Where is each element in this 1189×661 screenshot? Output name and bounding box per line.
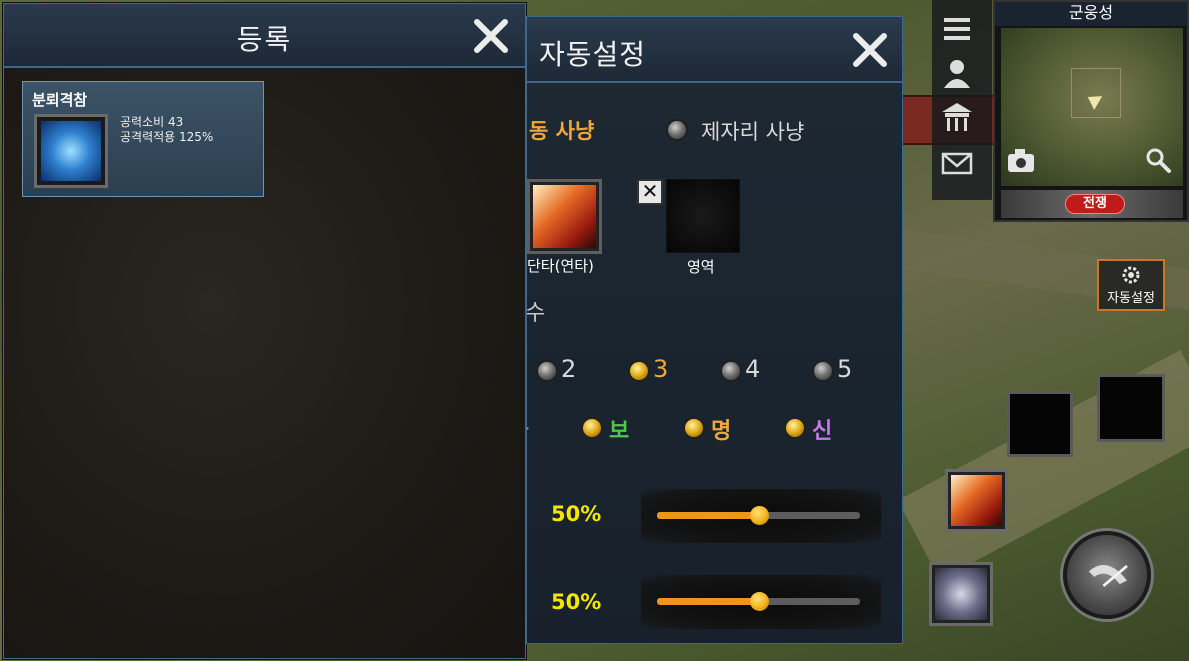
- registered-skill-card[interactable]: 분뢰격참 공력소비 43 공격력적용 125%: [22, 81, 264, 197]
- count-option-4-label[interactable]: 4: [745, 355, 760, 383]
- count-option-3-radio[interactable]: [628, 360, 650, 382]
- camera-icon: [1008, 149, 1034, 172]
- skill-slot-single-target[interactable]: [527, 179, 602, 254]
- cross-swords-icon: [935, 568, 987, 620]
- slider-2[interactable]: [641, 575, 881, 629]
- mail-button[interactable]: [940, 146, 974, 180]
- clipped-label-fragment: 수: [526, 301, 546, 326]
- slot-remove-button[interactable]: ✕: [637, 179, 663, 205]
- registration-close-button[interactable]: [469, 14, 513, 58]
- skill-icon-blade: [533, 185, 596, 248]
- count-option-3-label[interactable]: 3: [653, 355, 668, 383]
- slider-2-value: 50%: [551, 590, 602, 614]
- war-status-bar: 전쟁: [1001, 190, 1183, 218]
- skill-slot-area-label: 영역: [687, 258, 715, 276]
- gear-icon: [1122, 266, 1140, 284]
- minimap[interactable]: 군웅성 전쟁: [993, 0, 1189, 222]
- count-option-4-radio[interactable]: [720, 360, 742, 382]
- slider-1-track[interactable]: [657, 506, 860, 525]
- clipped-label-fragment-dot: ·: [527, 419, 530, 438]
- registration-panel: 등록 분뢰격참 공력소비 43 공격력적용 125%: [3, 3, 526, 659]
- auto-settings-button-label: 자동설정: [1107, 291, 1155, 306]
- auto-settings-header: 자동설정: [527, 17, 902, 83]
- hunt-mode-move-label[interactable]: 동 사냥: [529, 115, 594, 145]
- minimap-title: 군웅성: [995, 2, 1187, 26]
- grade-option-divine-label[interactable]: 신: [812, 413, 832, 445]
- grade-option-rare-label[interactable]: 명: [711, 413, 731, 445]
- war-badge[interactable]: 전쟁: [1065, 194, 1125, 214]
- skill-slot-area[interactable]: [666, 179, 740, 253]
- slider-2-track[interactable]: [657, 592, 860, 611]
- sword-wing-icon: [1088, 564, 1128, 587]
- grade-option-rare-radio[interactable]: [683, 417, 705, 439]
- quick-skill-cross-swords[interactable]: [929, 562, 993, 626]
- mail-icon: [941, 152, 973, 175]
- quick-slot-empty-1[interactable]: [1007, 391, 1073, 457]
- character-button[interactable]: [940, 56, 974, 90]
- grade-option-common-radio[interactable]: [581, 417, 603, 439]
- hamburger-menu-icon: [944, 18, 970, 40]
- quick-skill-blade[interactable]: [945, 469, 1008, 532]
- skill-icon-blue-dragon: [34, 114, 108, 188]
- slider-1-fill: [657, 512, 759, 519]
- count-option-2-label[interactable]: 2: [561, 355, 576, 383]
- count-option-5-radio[interactable]: [812, 360, 834, 382]
- slider-2-knob[interactable]: [749, 592, 769, 611]
- attack-button[interactable]: [1063, 531, 1151, 619]
- skill-icon-blade: [951, 475, 1002, 526]
- slider-1[interactable]: [641, 489, 881, 543]
- registration-title: 등록: [236, 23, 293, 56]
- hunt-mode-spot-radio[interactable]: [666, 119, 688, 141]
- count-option-5-label[interactable]: 5: [837, 355, 852, 383]
- auto-settings-title: 자동설정: [539, 38, 647, 71]
- close-icon: [853, 33, 887, 67]
- grade-option-common-label[interactable]: 보: [609, 413, 629, 445]
- grade-option-divine-radio[interactable]: [784, 417, 806, 439]
- registration-header: 등록: [4, 4, 525, 68]
- quick-slot-empty-2[interactable]: [1097, 374, 1165, 442]
- skill-icon-art: [41, 121, 101, 181]
- auto-settings-close-button[interactable]: [848, 28, 892, 72]
- shop-button[interactable]: [940, 100, 974, 134]
- slider-2-fill: [657, 598, 759, 605]
- screenshot-button[interactable]: [1006, 146, 1036, 174]
- close-icon: [474, 19, 508, 53]
- shop-pavilion-icon: [942, 103, 972, 131]
- count-option-2-radio[interactable]: [536, 360, 558, 382]
- main-menu-button[interactable]: [940, 12, 974, 46]
- hunt-mode-spot-label[interactable]: 제자리 사냥: [701, 116, 804, 146]
- auto-settings-button[interactable]: 자동설정: [1097, 259, 1165, 311]
- slider-1-knob[interactable]: [749, 506, 769, 525]
- slider-1-value: 50%: [551, 502, 602, 526]
- auto-settings-panel: 자동설정 동 사냥 제자리 사냥 단타(연타) ✕ 영역 수 2 3 4 5 ·…: [526, 16, 903, 644]
- skill-name: 분뢰격참: [32, 91, 88, 109]
- map-zoom-button[interactable]: [1144, 146, 1172, 174]
- skill-stat-attack: 공격력적용 125%: [120, 130, 214, 144]
- skill-slot-single-target-label: 단타(연타): [527, 257, 594, 275]
- magnifier-icon: [1146, 148, 1171, 173]
- character-icon: [944, 60, 970, 88]
